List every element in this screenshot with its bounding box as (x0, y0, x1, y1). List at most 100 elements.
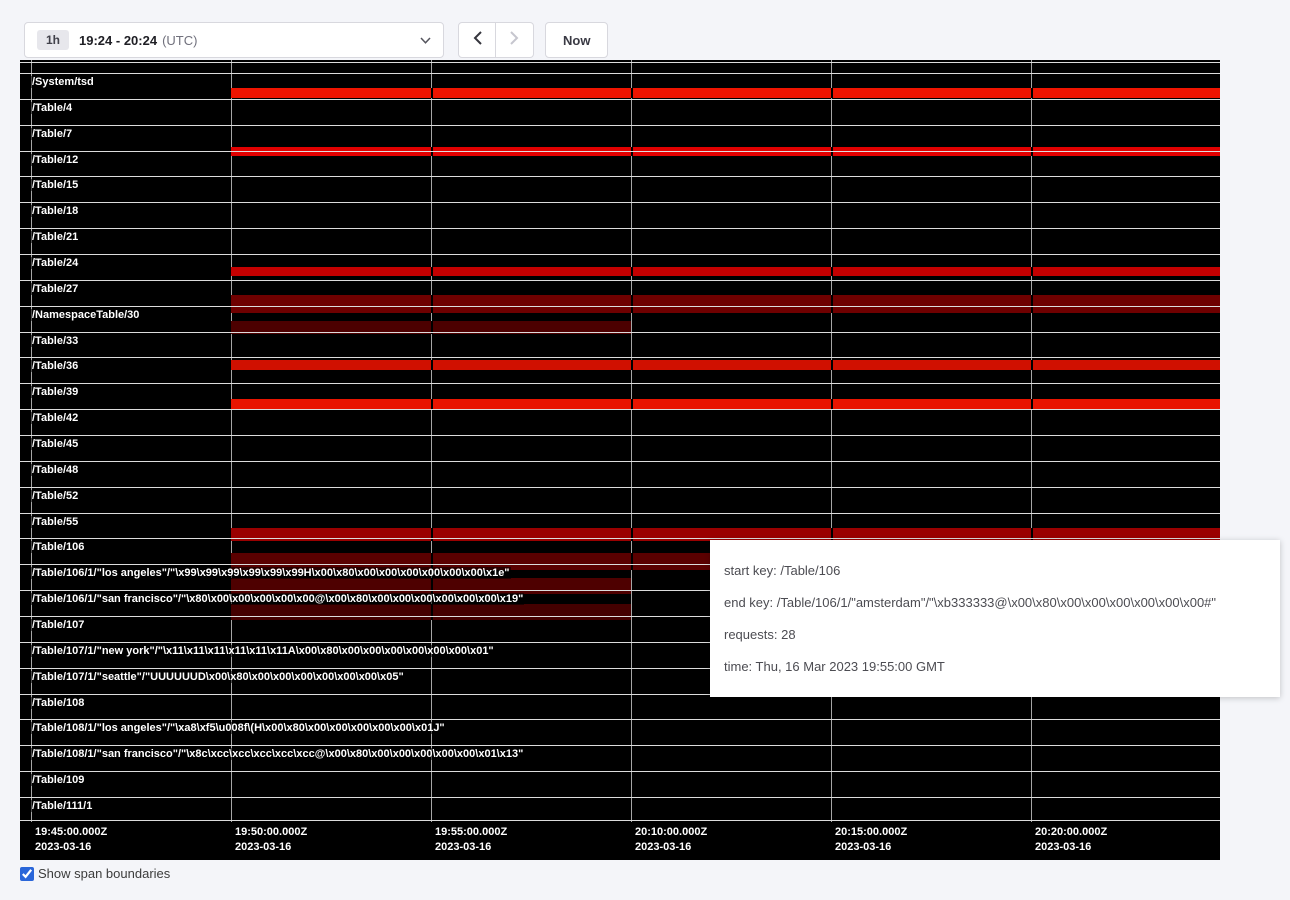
row-label: /Table/107/1/"new york"/"\x11\x11\x11\x1… (31, 645, 495, 657)
heat-band-gap (431, 267, 433, 276)
time-range-select[interactable]: 1h 19:24 - 20:24 (UTC) (24, 22, 444, 58)
row-label: /Table/108/1/"los angeles"/"\xa8\xf5\u00… (31, 722, 446, 734)
span-boundary-line (20, 513, 1220, 514)
row-label: /Table/36 (31, 360, 79, 372)
row-label: /Table/106/1/"san francisco"/"\x80\x00\x… (31, 593, 524, 605)
row-label: /Table/106 (31, 541, 85, 553)
row-label: /Table/33 (31, 335, 79, 347)
span-boundary-line (20, 176, 1220, 177)
span-boundary-line (20, 202, 1220, 203)
grid-line-vertical (431, 60, 432, 822)
span-boundary-line (20, 73, 1220, 74)
row-label: /Table/48 (31, 464, 79, 476)
span-boundary-line (20, 306, 1220, 307)
heat-band-gap (1031, 360, 1033, 370)
time-range-label: 19:24 - 20:24 (79, 33, 157, 48)
row-label: /Table/18 (31, 205, 79, 217)
row-label: /Table/27 (31, 283, 79, 295)
span-boundary-line (20, 383, 1220, 384)
span-boundary-line (20, 797, 1220, 798)
heat-band (231, 295, 1220, 313)
duration-badge: 1h (37, 30, 69, 50)
span-boundary-line (20, 151, 1220, 152)
show-span-boundaries[interactable]: Show span boundaries (20, 866, 170, 881)
timezone-label: (UTC) (162, 33, 197, 48)
heat-band-gap (831, 295, 833, 313)
span-boundary-line (20, 745, 1220, 746)
heat-band-gap (831, 267, 833, 276)
heat-band-gap (431, 604, 433, 620)
row-label: /Table/42 (31, 412, 79, 424)
row-label: /Table/109 (31, 774, 85, 786)
heat-band-gap (631, 399, 633, 409)
span-boundary-line (20, 62, 1220, 63)
show-span-boundaries-label: Show span boundaries (38, 866, 170, 881)
heat-band-gap (631, 360, 633, 370)
span-boundary-line (20, 409, 1220, 410)
row-label: /Table/7 (31, 128, 73, 140)
heat-band-gap (431, 360, 433, 370)
row-label: /Table/108 (31, 697, 85, 709)
span-boundary-line (20, 435, 1220, 436)
span-boundary-line (20, 820, 1220, 821)
x-axis-label: 19:55:00.000Z2023-03-16 (431, 825, 507, 855)
keyvis-tooltip: start key: /Table/106 end key: /Table/10… (710, 540, 1280, 697)
heat-band-gap (631, 553, 633, 570)
grid-line-vertical (231, 60, 232, 822)
heat-band (231, 267, 1220, 276)
grid-line-vertical (1031, 60, 1032, 822)
tooltip-time: time: Thu, 16 Mar 2023 19:55:00 GMT (724, 658, 1266, 675)
grid-line-vertical (631, 60, 632, 822)
row-label: /Table/15 (31, 179, 79, 191)
heat-band-gap (1031, 267, 1033, 276)
next-interval-button[interactable] (496, 22, 534, 58)
heat-band-gap (831, 88, 833, 98)
row-label: /Table/55 (31, 516, 79, 528)
x-axis-label: 19:45:00.000Z2023-03-16 (31, 825, 107, 855)
row-label: /Table/12 (31, 154, 79, 166)
heat-band-gap (631, 267, 633, 276)
span-boundary-line (20, 254, 1220, 255)
row-label: /Table/39 (31, 386, 79, 398)
now-button[interactable]: Now (545, 22, 608, 58)
heat-band (231, 399, 1220, 409)
span-boundary-line (20, 99, 1220, 100)
row-label: /Table/21 (31, 231, 79, 243)
heat-band-gap (431, 578, 433, 594)
span-boundary-line (20, 332, 1220, 333)
row-label: /Table/107/1/"seattle"/"UUUUUUD\x00\x80\… (31, 671, 405, 683)
row-label: /System/tsd (31, 76, 95, 88)
prev-interval-button[interactable] (458, 22, 496, 58)
row-label: /Table/108/1/"san francisco"/"\x8c\xcc\x… (31, 748, 524, 760)
heat-band-gap (831, 360, 833, 370)
time-nav-group (458, 22, 534, 58)
span-boundary-line (20, 357, 1220, 358)
tooltip-start-key: start key: /Table/106 (724, 562, 1266, 579)
heat-band-gap (1031, 399, 1033, 409)
row-label: /Table/106/1/"los angeles"/"\x99\x99\x99… (31, 567, 511, 579)
row-label: /Table/111/1 (31, 800, 93, 812)
span-boundary-line (20, 228, 1220, 229)
x-axis-label: 19:50:00.000Z2023-03-16 (231, 825, 307, 855)
heat-band-gap (631, 88, 633, 98)
tooltip-requests: requests: 28 (724, 626, 1266, 643)
x-axis-label: 20:10:00.000Z2023-03-16 (631, 825, 707, 855)
row-label: /NamespaceTable/30 (31, 309, 140, 321)
show-span-boundaries-checkbox[interactable] (20, 867, 34, 881)
row-label: /Table/4 (31, 102, 73, 114)
span-boundary-line (20, 125, 1220, 126)
heat-band-gap (431, 88, 433, 98)
heat-band (231, 360, 1220, 370)
span-boundary-line (20, 461, 1220, 462)
tooltip-end-key: end key: /Table/106/1/"amsterdam"/"\xb33… (724, 594, 1266, 611)
heat-band-gap (1031, 88, 1033, 98)
chevron-left-icon (473, 31, 482, 50)
x-axis-label: 20:15:00.000Z2023-03-16 (831, 825, 907, 855)
keyvis-plot[interactable]: /System/tsd/Table/4/Table/7/Table/12/Tab… (20, 60, 1220, 860)
grid-line-vertical (831, 60, 832, 822)
span-boundary-line (20, 771, 1220, 772)
row-label: /Table/107 (31, 619, 85, 631)
chevron-right-icon (510, 31, 519, 50)
heat-band-gap (431, 295, 433, 313)
span-boundary-line (20, 487, 1220, 488)
